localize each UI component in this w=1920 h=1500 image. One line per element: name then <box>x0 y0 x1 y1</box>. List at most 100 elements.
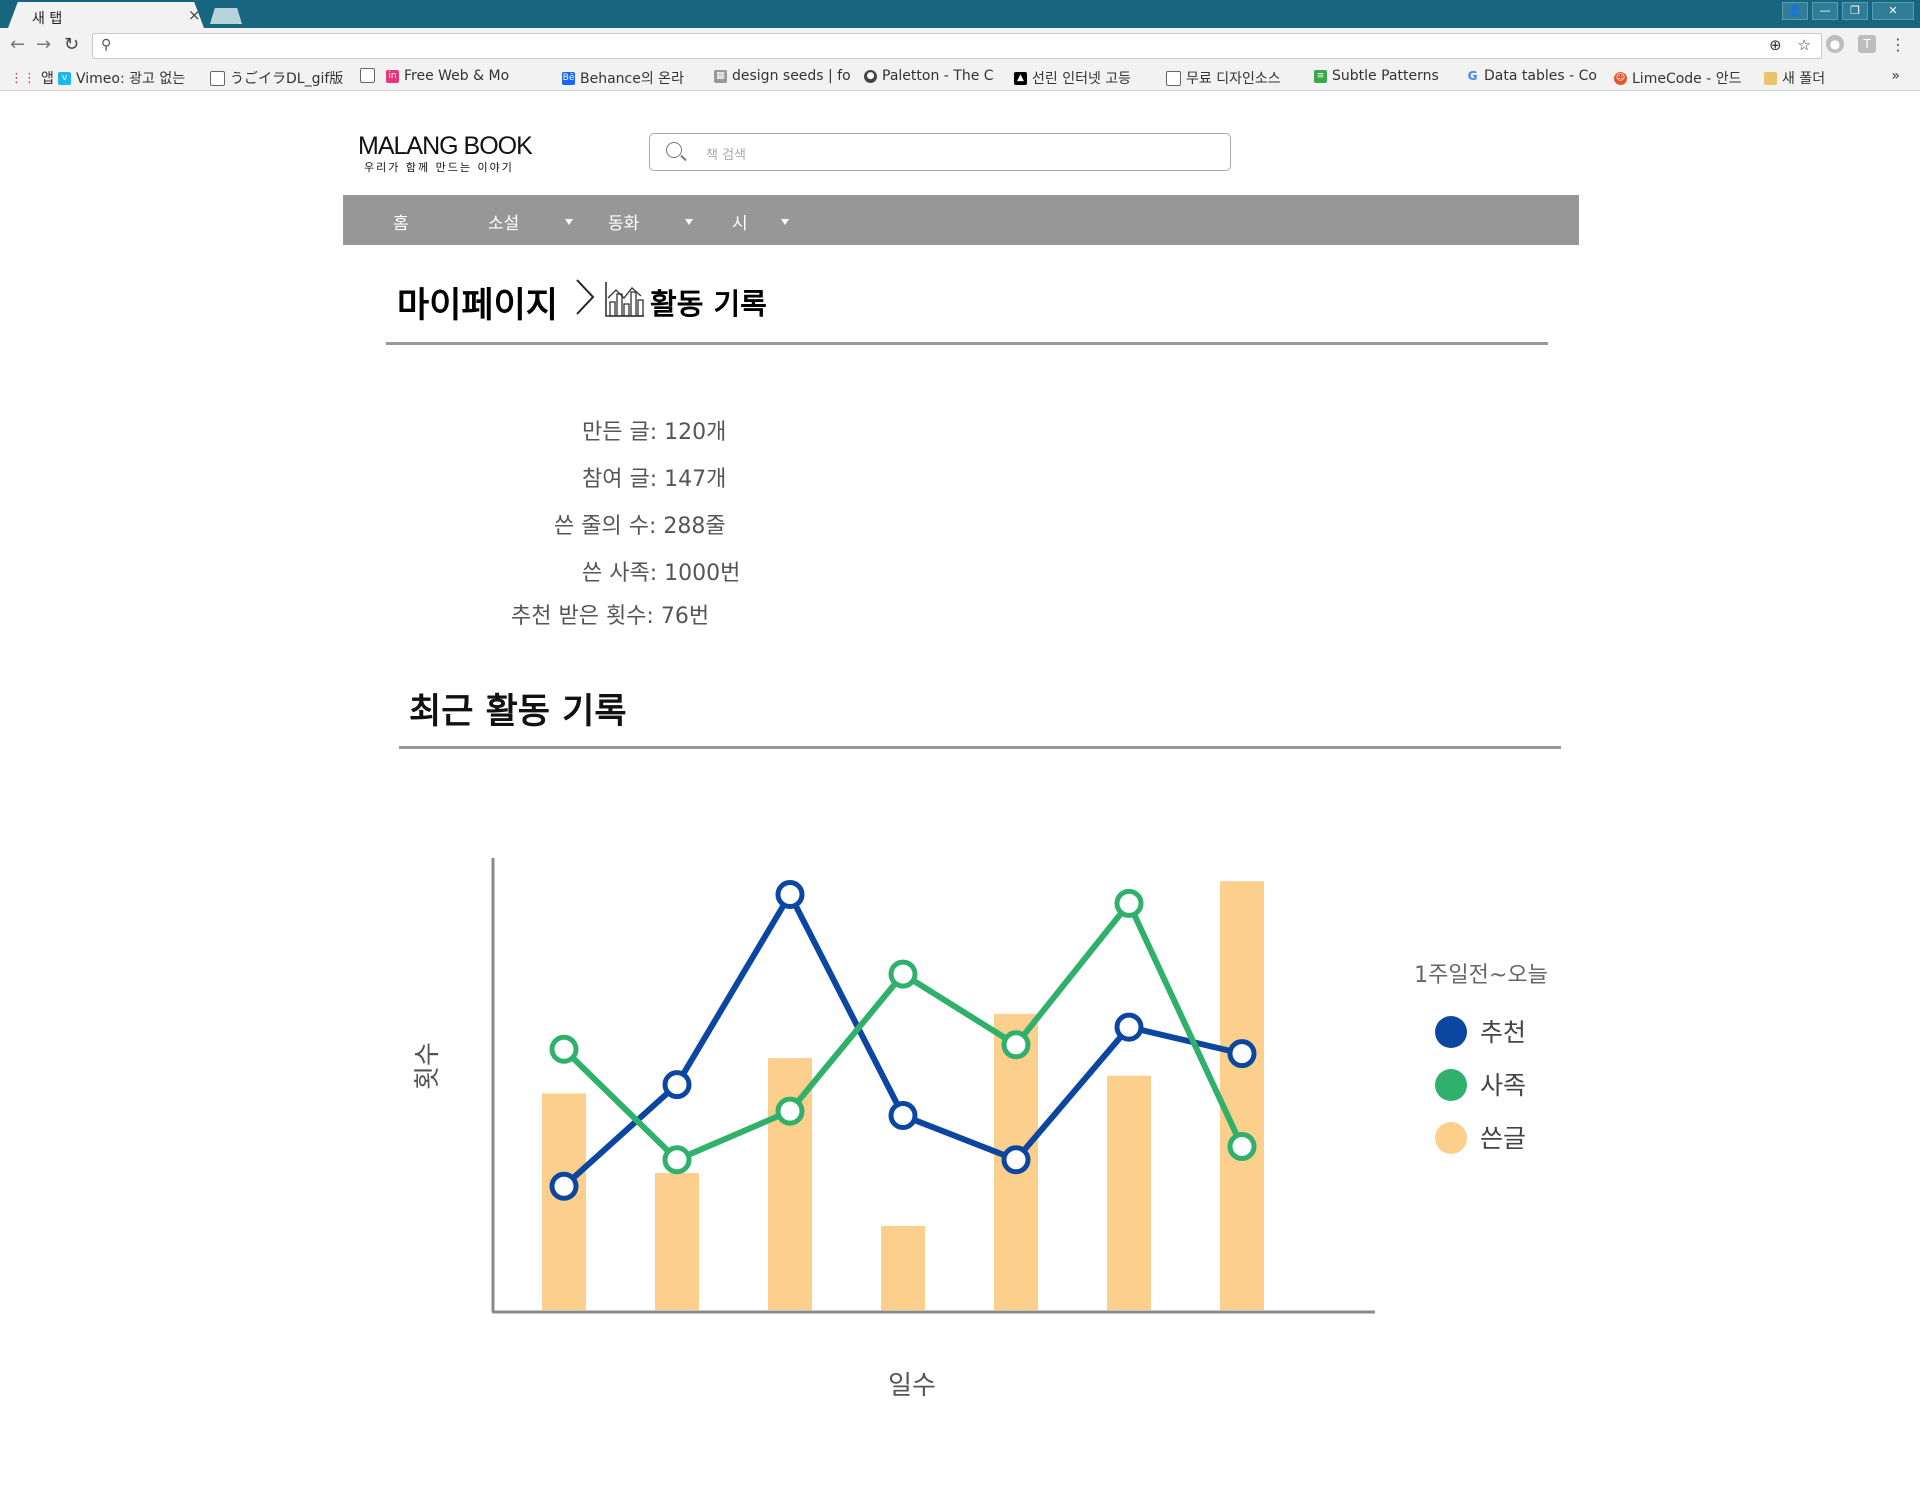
close-window-icon[interactable]: ✕ <box>1872 2 1914 20</box>
tab-title: 새 탭 <box>32 11 63 27</box>
bookmark-folder[interactable]: 새 폴더 <box>1764 68 1864 88</box>
chart-point <box>549 1171 579 1201</box>
chart-point <box>888 1101 918 1131</box>
bookmark-star-icon[interactable]: ☆ <box>1798 36 1811 54</box>
chart-legend: 추천사족쓴글 <box>1435 1016 1526 1154</box>
page-icon <box>210 70 225 86</box>
chart-point <box>549 1034 579 1064</box>
extension-t-icon[interactable]: T <box>1858 35 1876 53</box>
menu-dots-icon[interactable]: ⋮ <box>1890 35 1906 54</box>
designseeds-icon: ▦ <box>714 69 727 83</box>
breadcrumb: 마이페이지 활동 기록 <box>397 278 767 326</box>
tab-close-icon[interactable]: × <box>188 6 201 24</box>
logo-subtitle: 우리가 함께 만드는 이야기 <box>364 161 514 174</box>
chart-bar <box>1220 881 1264 1310</box>
section-title: 최근 활동 기록 <box>409 692 627 732</box>
breadcrumb-root[interactable]: 마이페이지 <box>397 277 558 328</box>
chart-point <box>888 959 918 989</box>
browser-toolbar: ← → ↻ ⚲ ⊕ ☆ ● T ⋮ <box>0 28 1920 64</box>
divider <box>386 342 1548 345</box>
nav-item-novel[interactable]: 소설 <box>488 209 574 234</box>
address-bar[interactable]: ⚲ ⊕ ☆ <box>92 33 1822 59</box>
chart-bar <box>881 1226 925 1310</box>
dropdown-caret-icon <box>780 218 789 225</box>
new-tab-button[interactable] <box>210 8 242 24</box>
search-placeholder: 책 검색 <box>706 148 747 163</box>
page-icon <box>360 68 375 83</box>
bookmark-item[interactable]: ≡ Subtle Patterns <box>1314 68 1454 84</box>
legend-label: 사족 <box>1480 1071 1526 1100</box>
legend-label: 추천 <box>1480 1018 1526 1047</box>
search-icon: ⚲ <box>101 37 112 53</box>
chart-point <box>1227 1131 1257 1161</box>
bookmark-item[interactable]: Bē Behance의 온라 <box>562 68 704 88</box>
reload-icon[interactable]: ↻ <box>64 34 79 55</box>
limecode-icon: ☺ <box>1614 71 1627 85</box>
back-arrow-icon[interactable]: ← <box>10 34 25 55</box>
stat-created-posts: 만든 글: 120개 <box>582 420 727 445</box>
logo-title: MALANG BOOK <box>358 132 533 160</box>
nav-item-home[interactable]: 홈 <box>393 209 409 234</box>
legend-title: 1주일전~오늘 <box>1414 963 1548 988</box>
chart-point <box>775 880 805 910</box>
chart-point <box>1001 1145 1031 1175</box>
stat-comments-written: 쓴 사족: 1000번 <box>582 561 741 586</box>
divider <box>399 746 1561 749</box>
sunrin-icon: ▲ <box>1014 71 1027 85</box>
bookmark-item[interactable]: ● Paletton - The C <box>864 68 1002 84</box>
chart-point <box>662 1145 692 1175</box>
x-axis-label: 일수 <box>888 1371 936 1401</box>
folder-icon <box>1764 71 1777 85</box>
bookmarks-bar: ⋮⋮ 앱 v Vimeo: 광고 없는 うごイラDL_gif版 in Free … <box>0 64 1920 91</box>
nav-item-poem[interactable]: 시 <box>732 209 789 234</box>
restore-icon[interactable]: ❐ <box>1842 2 1868 20</box>
chart-point <box>1114 1012 1144 1042</box>
window-controls: 👤 — ❐ ✕ <box>1782 2 1914 20</box>
bookmark-item[interactable]: 무료 디자인소스 <box>1166 68 1306 88</box>
search-icon <box>666 142 682 158</box>
nav-item-fairytale[interactable]: 동화 <box>608 209 694 234</box>
bookmark-item[interactable]: ▲ 선린 인터넷 고등 <box>1014 68 1154 88</box>
chart-bar <box>655 1172 699 1310</box>
apps-grid-icon: ⋮⋮ <box>10 70 36 86</box>
legend-label: 쓴글 <box>1480 1124 1526 1153</box>
chart-point <box>662 1070 692 1100</box>
bookmark-item[interactable]: ▦ design seeds | fo <box>714 68 854 84</box>
minimize-icon[interactable]: — <box>1812 2 1838 20</box>
profile-icon[interactable]: 👤 <box>1782 2 1808 20</box>
stat-joined-posts: 참여 글: 147개 <box>582 467 727 492</box>
chart-point <box>1227 1039 1257 1069</box>
stat-lines-written: 쓴 줄의 수: 288줄 <box>554 514 726 539</box>
chart-point <box>1001 1030 1031 1060</box>
main-nav: 홈 소설 동화 시 <box>343 195 1579 245</box>
subtlepatterns-icon: ≡ <box>1314 69 1327 83</box>
bookmark-item[interactable]: in Free Web & Mo <box>386 68 524 84</box>
book-search-input[interactable]: 책 검색 <box>649 133 1231 171</box>
chart-point <box>775 1096 805 1126</box>
bookmark-item[interactable]: v Vimeo: 광고 없는 <box>58 68 198 88</box>
chart-point <box>1114 888 1144 918</box>
extension-globe-icon[interactable]: ● <box>1826 35 1844 53</box>
bookmark-apps[interactable]: ⋮⋮ 앱 <box>10 68 54 88</box>
bookmarks-more-icon[interactable]: » <box>1891 68 1900 84</box>
legend-swatch <box>1435 1069 1467 1101</box>
dropdown-caret-icon <box>685 218 694 225</box>
bookmark-item[interactable]: うごイラDL_gif版 <box>210 68 350 88</box>
bookmark-item[interactable] <box>360 68 380 83</box>
behance-icon: Bē <box>562 71 575 85</box>
forward-arrow-icon[interactable]: → <box>36 34 51 55</box>
page-icon <box>1166 70 1181 86</box>
bookmark-item[interactable]: ☺ LimeCode - 안드 <box>1614 68 1754 88</box>
stat-recommendations: 추천 받은 횟수: 76번 <box>511 604 710 629</box>
paletton-icon: ● <box>864 69 877 83</box>
vimeo-icon: v <box>58 71 71 85</box>
chart-bar <box>542 1093 586 1310</box>
site-logo[interactable]: MALANG BOOK 우리가 함께 만드는 이야기 <box>358 132 533 175</box>
legend-swatch <box>1435 1122 1467 1154</box>
browser-tab-active[interactable]: 새 탭 × <box>8 2 204 28</box>
dropdown-caret-icon <box>565 218 574 225</box>
bookmark-item[interactable]: G Data tables - Co <box>1466 68 1602 84</box>
zoom-icon[interactable]: ⊕ <box>1769 36 1782 54</box>
browser-title-bar: 새 탭 × 👤 — ❐ ✕ <box>0 0 1920 28</box>
legend-swatch <box>1435 1016 1467 1048</box>
